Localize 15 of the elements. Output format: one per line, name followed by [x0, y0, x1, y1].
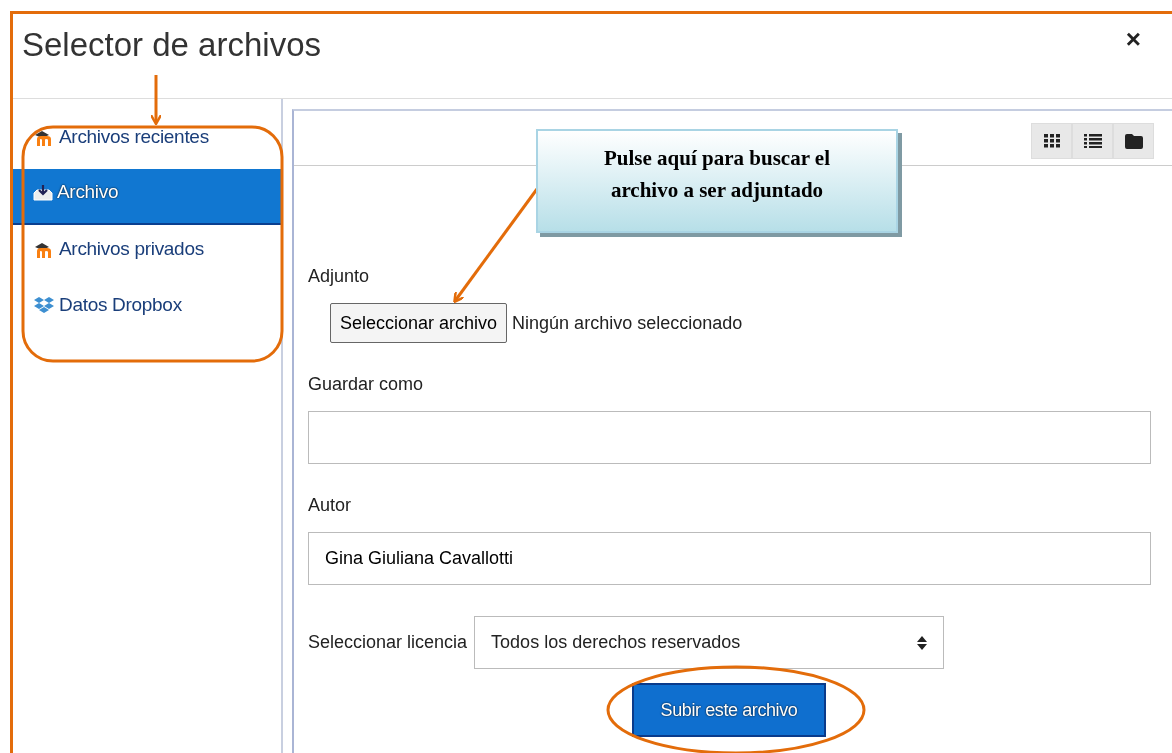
field-label: Seleccionar licencia — [308, 632, 468, 653]
input-field[interactable]: Gina Giuliana Cavallotti — [308, 532, 1151, 585]
field-label: Autor — [308, 495, 353, 516]
choose-file-button[interactable]: Seleccionar archivo — [330, 303, 508, 343]
sidebar-item[interactable]: Archivos privados — [13, 225, 281, 281]
field-label: Adjunto — [308, 266, 371, 287]
close-button[interactable]: × — [1121, 26, 1145, 52]
file-status: Ningún archivo seleccionado — [512, 312, 743, 334]
submit-button[interactable]: Subir este archivo — [632, 683, 826, 737]
sidebar-item[interactable]: Archivos recientes — [13, 113, 281, 169]
sidebar-item[interactable]: Datos Dropbox — [13, 281, 281, 337]
sidebar-item[interactable]: Archivo — [13, 169, 281, 225]
field-label: Guardar como — [308, 374, 425, 395]
license-select[interactable]: Todos los derechos reservados — [474, 616, 945, 669]
window-title: Selector de archivos — [22, 26, 321, 64]
